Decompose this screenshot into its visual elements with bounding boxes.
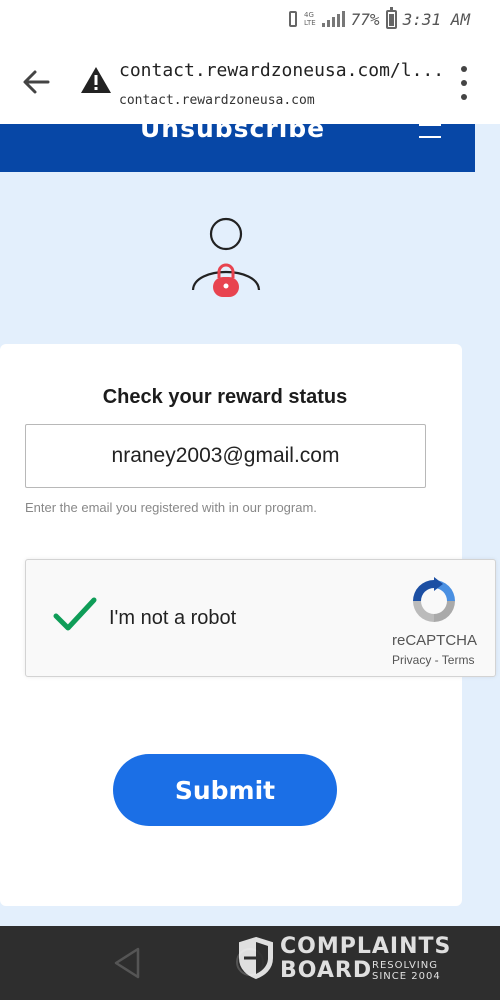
user-lock-icon <box>191 217 261 297</box>
url-text[interactable]: contact.rewardzoneusa.com/l... <box>119 60 444 81</box>
recaptcha-label: I'm not a robot <box>109 607 237 629</box>
network-type: 4G LTE <box>304 11 316 27</box>
recaptcha-name: reCAPTCHA <box>392 632 478 649</box>
recaptcha-privacy-terms-link[interactable]: Privacy - Terms <box>392 653 474 667</box>
warning-icon[interactable] <box>80 66 112 94</box>
recaptcha-widget: I'm not a robot reCAPTCHA Privacy - Term… <box>25 559 496 677</box>
checkmark-icon[interactable] <box>52 596 98 634</box>
watermark-tagline: RESOLVING SINCE 2004 <box>372 960 441 982</box>
more-options-icon[interactable] <box>455 66 473 100</box>
back-arrow-icon[interactable] <box>20 66 52 98</box>
email-helper-text: Enter the email you registered with in o… <box>25 500 317 515</box>
email-input[interactable] <box>25 424 426 488</box>
url-domain: contact.rewardzoneusa.com <box>119 93 315 108</box>
shield-logo-icon <box>239 936 273 980</box>
nav-back-icon[interactable] <box>112 946 142 980</box>
watermark-line2: BOARD <box>280 958 373 983</box>
site-header: Unsubscribe <box>0 124 475 172</box>
complaintsboard-watermark: COMPLAINTS BOARD RESOLVING SINCE 2004 <box>238 934 453 984</box>
reward-status-card: Check your reward status Enter the email… <box>0 344 496 906</box>
watermark-line1: COMPLAINTS <box>280 934 452 959</box>
signal-icon <box>321 11 345 27</box>
battery-icon <box>385 6 397 29</box>
submit-button[interactable]: Submit <box>113 754 337 826</box>
clock: 3:31 AM <box>402 9 470 29</box>
battery-percent: 77% <box>350 9 380 29</box>
hamburger-menu-icon[interactable] <box>419 124 441 138</box>
status-bar: 4G LTE 77% 3:31 AM <box>0 0 500 40</box>
page-title: Unsubscribe <box>140 124 326 143</box>
form-title: Check your reward status <box>102 386 348 408</box>
browser-toolbar: contact.rewardzoneusa.com/l... contact.r… <box>0 40 500 124</box>
status-icons: 4G LTE 77% 3:31 AM <box>286 6 470 29</box>
vibrate-icon <box>286 9 298 29</box>
recaptcha-logo-icon <box>413 577 455 622</box>
